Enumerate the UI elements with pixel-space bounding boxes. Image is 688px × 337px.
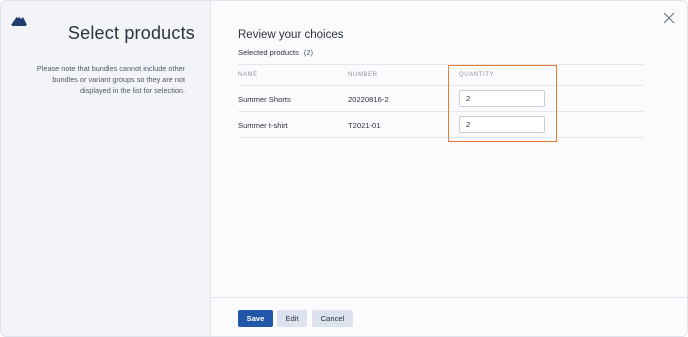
selected-products-table: NAME NUMBER QUANTITY Summer Shorts 20220… (238, 64, 643, 138)
edit-button[interactable]: Edit (277, 310, 307, 327)
select-products-dialog: Select products Please note that bundles… (0, 0, 688, 337)
product-number: 20220816-2 (348, 95, 389, 104)
column-header-number: NUMBER (348, 72, 378, 78)
product-number: T2021-01 (348, 121, 381, 130)
quantity-input[interactable] (459, 90, 545, 107)
table-row: Summer t-shirt T2021-01 (238, 112, 643, 138)
review-title: Review your choices (238, 29, 344, 41)
column-header-quantity: QUANTITY (459, 72, 495, 78)
table-header: NAME NUMBER QUANTITY (238, 65, 643, 86)
selected-products-text: Selected products (238, 48, 299, 57)
column-header-name: NAME (238, 72, 258, 78)
product-name: Summer t-shirt (238, 121, 288, 130)
selected-products-label: Selected products (2) (238, 48, 313, 57)
left-panel: Select products Please note that bundles… (1, 1, 211, 336)
quantity-input[interactable] (459, 116, 545, 133)
bundle-note: Please note that bundles cannot include … (36, 64, 185, 95)
dialog-footer: Save Edit Cancel (211, 297, 687, 336)
table-row: Summer Shorts 20220816-2 (238, 86, 643, 112)
selected-products-count: (2) (303, 48, 314, 57)
save-button[interactable]: Save (238, 310, 273, 327)
close-icon[interactable] (663, 12, 675, 24)
product-name: Summer Shorts (238, 95, 291, 104)
page-title: Select products (67, 23, 195, 43)
right-panel: Review your choices Selected products (2)… (211, 1, 687, 336)
cancel-button[interactable]: Cancel (312, 310, 353, 327)
